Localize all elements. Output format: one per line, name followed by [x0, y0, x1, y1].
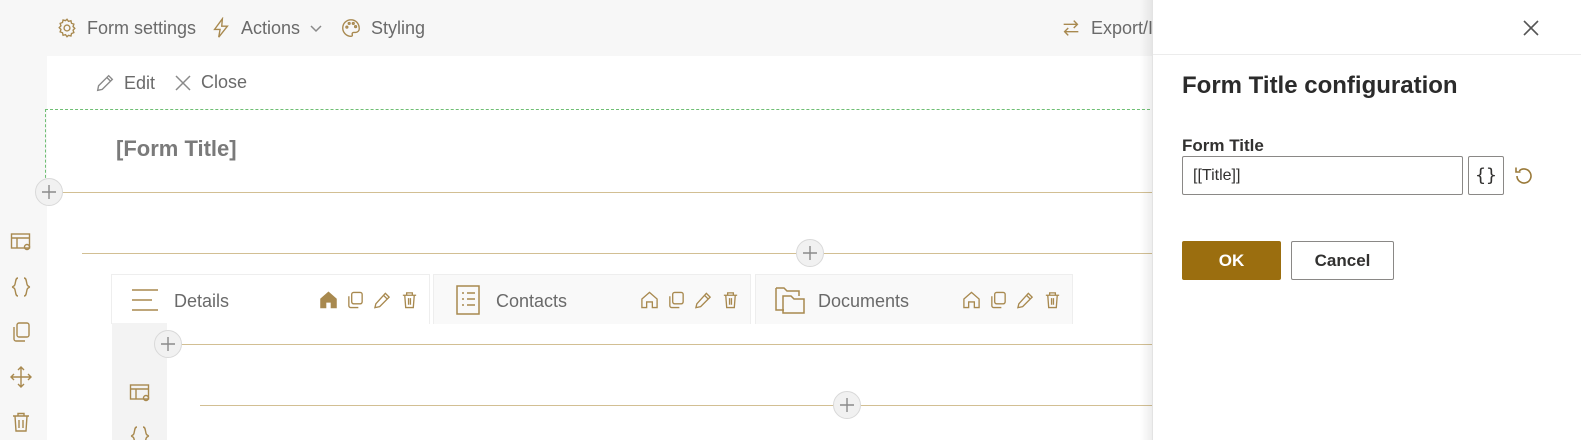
chevron-down-icon: [309, 21, 323, 35]
pencil-icon[interactable]: [1016, 290, 1035, 310]
expression-button[interactable]: {}: [1468, 156, 1504, 195]
edit-bar: Edit Close: [47, 56, 1167, 110]
home-icon[interactable]: [962, 290, 981, 310]
tab-actions: [640, 290, 740, 310]
edit-label: Edit: [124, 72, 156, 93]
form-settings-label: Form settings: [87, 17, 197, 38]
tab-label: Contacts: [496, 291, 568, 311]
copy-icon[interactable]: [667, 290, 686, 310]
section-divider: [62, 192, 1152, 193]
move-arrows-icon[interactable]: [9, 365, 33, 389]
gear-icon: [56, 17, 78, 39]
styling-button[interactable]: Styling: [340, 16, 425, 40]
add-section-button[interactable]: [796, 239, 824, 267]
panel-shadow: [1140, 0, 1152, 440]
styling-label: Styling: [371, 17, 426, 38]
copy-icon[interactable]: [9, 320, 33, 344]
undo-icon: [1515, 167, 1532, 184]
tab-label: Details: [174, 291, 230, 311]
add-section-button[interactable]: [833, 391, 861, 419]
tab-details[interactable]: Details: [111, 274, 430, 324]
tab-contacts[interactable]: Contacts: [433, 274, 751, 324]
plus-icon: [42, 185, 56, 199]
form-title-config-panel: Form Title configuration Form Title {} O…: [1152, 0, 1581, 440]
trash-icon[interactable]: [9, 410, 33, 434]
copy-icon[interactable]: [989, 290, 1008, 310]
copy-icon[interactable]: [346, 290, 365, 310]
grid-settings-icon[interactable]: [9, 230, 33, 254]
swap-arrows-icon: [1060, 17, 1082, 39]
pencil-icon[interactable]: [694, 290, 713, 310]
trash-icon[interactable]: [1043, 290, 1062, 310]
list-document-icon: [452, 284, 484, 316]
reset-button[interactable]: [1512, 164, 1536, 188]
palette-icon: [340, 17, 362, 39]
actions-menu-button[interactable]: Actions: [210, 16, 323, 40]
form-title-label: Form Title: [1182, 136, 1264, 155]
panel-header-divider: [1153, 54, 1581, 55]
section-divider: [82, 253, 1152, 254]
add-row-button[interactable]: [35, 178, 63, 206]
pencil-icon: [94, 72, 116, 94]
cancel-button[interactable]: Cancel: [1291, 241, 1394, 280]
plus-icon: [840, 398, 854, 412]
edit-button[interactable]: Edit: [94, 72, 155, 94]
section-divider: [180, 344, 1152, 345]
close-panel-button[interactable]: [1519, 16, 1543, 40]
home-icon[interactable]: [319, 290, 338, 310]
ok-button[interactable]: OK: [1182, 241, 1281, 280]
section-divider: [200, 405, 1152, 406]
close-icon: [173, 73, 193, 93]
left-rail: [0, 56, 46, 440]
plus-icon: [803, 246, 817, 260]
form-settings-button[interactable]: Form settings: [56, 16, 196, 40]
grid-settings-icon[interactable]: [128, 381, 152, 405]
plus-icon: [161, 337, 175, 351]
form-title[interactable]: [Form Title]: [116, 136, 237, 162]
panel-title: Form Title configuration: [1182, 72, 1458, 99]
add-row-button[interactable]: [154, 330, 182, 358]
tab-documents[interactable]: Documents: [755, 274, 1073, 324]
close-edit-button[interactable]: Close: [173, 72, 247, 93]
home-icon[interactable]: [640, 290, 659, 310]
braces-icon[interactable]: [128, 424, 152, 440]
close-edit-label: Close: [201, 72, 248, 92]
tab-actions: [962, 290, 1062, 310]
braces-icon[interactable]: [9, 275, 33, 299]
close-icon: [1523, 20, 1539, 36]
pencil-icon[interactable]: [373, 290, 392, 310]
trash-icon[interactable]: [400, 290, 419, 310]
tab-label: Documents: [818, 291, 910, 311]
actions-label: Actions: [241, 17, 301, 38]
lightning-icon: [210, 17, 232, 39]
tab-actions: [319, 290, 419, 310]
trash-icon[interactable]: [721, 290, 740, 310]
folders-icon: [774, 284, 806, 316]
form-title-input[interactable]: [1182, 156, 1463, 195]
menu-lines-icon: [130, 284, 162, 316]
